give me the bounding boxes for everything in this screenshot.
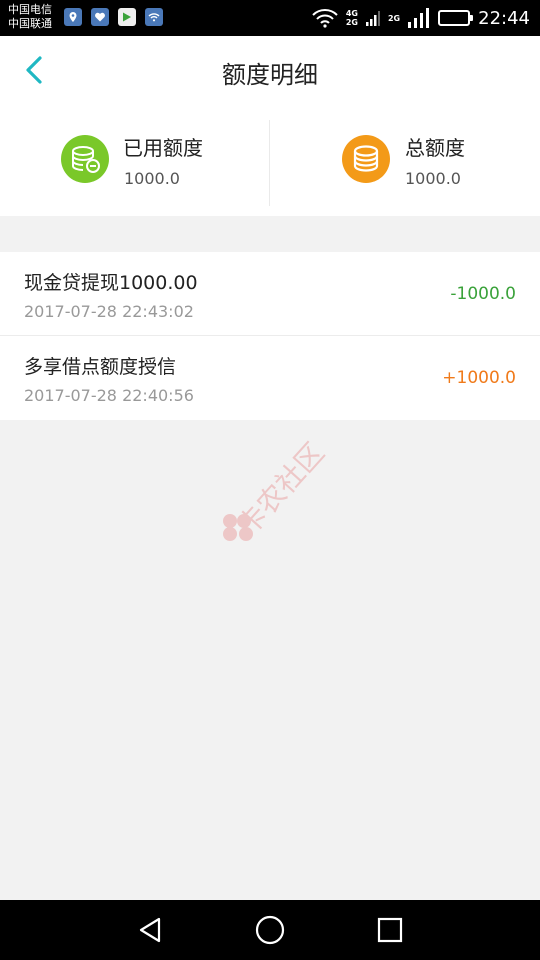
network-tag-2g-second: 2G: [387, 13, 401, 23]
watermark-logo-icon: [223, 514, 253, 541]
nav-home-button[interactable]: [250, 910, 290, 950]
nav-back-button[interactable]: [130, 910, 170, 950]
network-tag-4g: 4G: [345, 9, 358, 18]
quota-record-list: 现金贷提现1000.00 2017-07-28 22:43:02 -1000.0…: [0, 252, 540, 420]
location-icon: [64, 8, 82, 26]
battery-icon: [438, 10, 474, 26]
system-nav-bar: [0, 900, 540, 960]
circle-home-icon: [255, 915, 285, 945]
status-bar: 中国电信 中国联通 4G 2G 2G 22:44: [0, 0, 540, 36]
network-tag-2g: 2G: [345, 18, 358, 27]
record-amount: +1000.0: [442, 368, 516, 388]
used-quota-card: 已用额度 1000.0: [0, 106, 270, 216]
watermark-text: 卡农社区: [231, 436, 331, 542]
carrier-1: 中国电信: [8, 3, 52, 16]
record-title: 多享借点额度授信: [24, 356, 177, 378]
total-quota-value: 1000.0: [405, 169, 461, 188]
cell-signal-icon-2: [408, 8, 430, 28]
quota-summary: 已用额度 1000.0 总额度 1000.0: [0, 106, 540, 216]
total-quota-label: 总额度: [405, 136, 465, 160]
page-title: 额度明细: [222, 61, 318, 89]
record-time: 2017-07-28 22:40:56: [24, 386, 194, 405]
square-recents-icon: [377, 917, 403, 943]
cell-signal-icon: [365, 11, 380, 26]
list-item[interactable]: 多享借点额度授信 2017-07-28 22:40:56 +1000.0: [0, 336, 540, 420]
coins-minus-icon: [61, 135, 109, 183]
coins-icon: [342, 135, 390, 183]
wifi-signal-icon: [312, 9, 338, 28]
heart-app-icon: [91, 8, 109, 26]
list-item[interactable]: 现金贷提现1000.00 2017-07-28 22:43:02 -1000.0: [0, 252, 540, 336]
record-amount: -1000.0: [450, 284, 516, 304]
notification-icons: [64, 8, 163, 26]
watermark: 卡农社区: [206, 430, 356, 542]
network-type-tags: 4G 2G: [346, 9, 358, 27]
carrier-names: 中国电信 中国联通: [8, 3, 52, 31]
header: 额度明细: [0, 36, 540, 106]
status-time: 22:44: [478, 7, 530, 29]
used-quota-value: 1000.0: [124, 169, 180, 188]
record-time: 2017-07-28 22:43:02: [24, 302, 194, 321]
play-store-icon: [118, 8, 136, 26]
used-quota-label: 已用额度: [123, 136, 203, 160]
record-title: 现金贷提现1000.00: [24, 272, 198, 294]
wifi-app-icon: [145, 8, 163, 26]
triangle-back-icon: [139, 917, 161, 943]
status-right: 4G 2G 2G 22:44: [312, 5, 530, 31]
carrier-2: 中国联通: [8, 17, 52, 30]
total-quota-card: 总额度 1000.0: [270, 106, 540, 216]
nav-recents-button[interactable]: [370, 910, 410, 950]
